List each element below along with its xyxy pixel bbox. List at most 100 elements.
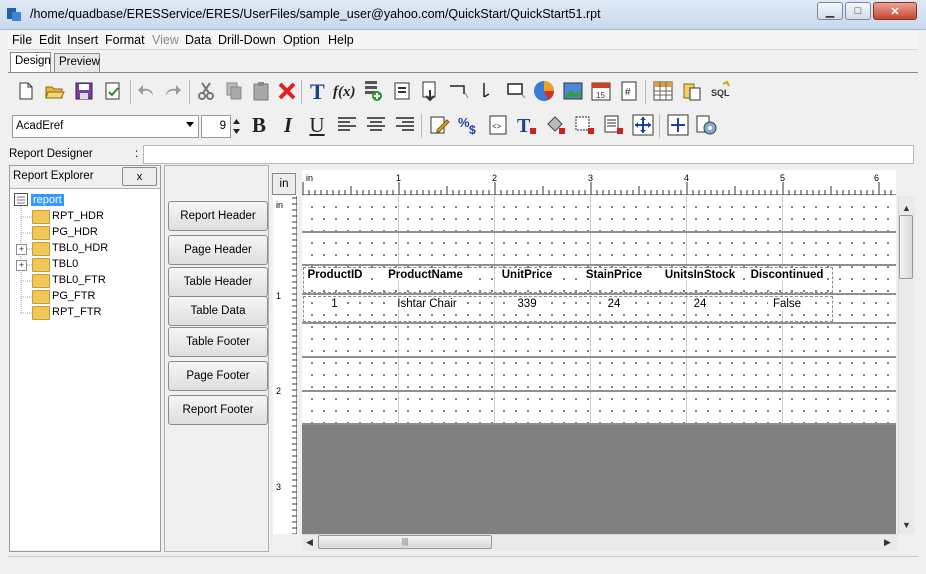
band-divider-table-footer[interactable] [302, 356, 896, 358]
menu-data[interactable]: Data [185, 33, 211, 47]
report-header-button[interactable]: Report Header [168, 201, 268, 231]
data-cell-productname[interactable]: Ishtar Chair [392, 298, 462, 310]
tree-item-rpt-ftr[interactable]: RPT_FTR [52, 306, 102, 318]
menu-option[interactable]: Option [283, 33, 320, 47]
menu-view[interactable]: View [152, 33, 179, 47]
menu-edit[interactable]: Edit [39, 33, 61, 47]
save-button[interactable] [71, 78, 97, 104]
copy-button[interactable] [221, 78, 247, 104]
data-cell-stainprice[interactable]: 24 [602, 298, 626, 310]
scroll-down-icon[interactable]: ▼ [902, 520, 911, 530]
header-cell-unitsinstock[interactable]: UnitsInStock [659, 269, 741, 281]
menu-drill-down[interactable]: Drill-Down [218, 33, 276, 47]
tree-item-tbl0[interactable]: TBL0 [52, 258, 78, 270]
band-divider-table-header[interactable] [302, 293, 896, 295]
data-source-button[interactable] [679, 78, 705, 104]
menu-file[interactable]: File [12, 33, 32, 47]
insert-column-button[interactable] [360, 78, 386, 104]
menu-help[interactable]: Help [328, 33, 354, 47]
font-size-stepper[interactable] [230, 115, 241, 138]
expand-icon[interactable]: + [16, 260, 27, 271]
html-tag-button[interactable]: <> [485, 112, 511, 138]
insert-chart-button[interactable] [531, 78, 557, 104]
insert-document-button[interactable] [418, 78, 444, 104]
insert-line-button[interactable] [446, 78, 472, 104]
band-divider-page-footer[interactable] [302, 390, 896, 392]
band-divider-report-footer[interactable] [302, 423, 896, 425]
select-pointer-button[interactable] [474, 78, 500, 104]
data-cell-discontinued[interactable]: False [768, 298, 806, 310]
ruler-unit-button[interactable]: in [272, 173, 296, 195]
menu-insert[interactable]: Insert [67, 33, 98, 47]
vertical-scroll-thumb[interactable] [899, 215, 913, 279]
scroll-left-icon[interactable]: ◀ [306, 537, 313, 548]
table-footer-button[interactable]: Table Footer [168, 327, 268, 357]
insert-image-button[interactable] [560, 78, 586, 104]
report-footer-button[interactable]: Report Footer [168, 395, 268, 425]
cut-button[interactable] [193, 78, 219, 104]
insert-label-button[interactable]: T [304, 78, 330, 104]
tree-item-rpt-hdr[interactable]: RPT_HDR [52, 210, 104, 222]
redo-button[interactable] [160, 78, 186, 104]
sql-button[interactable]: SQL [708, 78, 734, 104]
menu-format[interactable]: Format [105, 33, 145, 47]
band-divider-page-header[interactable] [302, 264, 896, 266]
edit-text-button[interactable] [427, 112, 453, 138]
header-cell-discontinued[interactable]: Discontinued [747, 269, 827, 281]
scroll-right-icon[interactable]: ▶ [884, 537, 891, 548]
page-footer-button[interactable]: Page Footer [168, 361, 268, 391]
align-left-button[interactable] [334, 112, 360, 138]
text-color-button[interactable]: T [514, 112, 540, 138]
report-designer-field[interactable] [143, 145, 914, 164]
header-cell-productname[interactable]: ProductName [376, 269, 475, 281]
insert-formula-button[interactable]: f(x) [331, 78, 357, 104]
page-header-button[interactable]: Page Header [168, 235, 268, 265]
tree-item-pg-hdr[interactable]: PG_HDR [52, 226, 98, 238]
insert-subreport-button[interactable] [389, 78, 415, 104]
scroll-up-icon[interactable]: ▲ [902, 203, 911, 213]
italic-button[interactable]: I [275, 112, 301, 138]
data-cell-productid[interactable]: 1 [322, 298, 347, 310]
tree-item-pg-ftr[interactable]: PG_FTR [52, 290, 95, 302]
undo-button[interactable] [133, 78, 159, 104]
align-right-button[interactable] [392, 112, 418, 138]
tab-preview[interactable]: Preview [54, 53, 100, 72]
properties-button[interactable] [100, 78, 126, 104]
open-button[interactable] [42, 78, 68, 104]
minimize-button[interactable]: ▁ [817, 2, 843, 20]
band-divider-report-header[interactable] [302, 231, 896, 233]
delete-button[interactable] [274, 78, 300, 104]
resize-button[interactable] [630, 112, 656, 138]
expand-icon[interactable]: + [16, 244, 27, 255]
tree-item-tbl0-hdr[interactable]: TBL0_HDR [52, 242, 108, 254]
tree-item-report[interactable]: report [31, 194, 64, 206]
header-cell-stainprice[interactable]: StainPrice [578, 269, 650, 281]
header-cell-productid[interactable]: ProductID [305, 269, 365, 281]
maximize-button[interactable]: □ [845, 2, 871, 20]
data-format-button[interactable]: % $ [456, 112, 482, 138]
settings-button[interactable] [694, 112, 720, 138]
tree-item-tbl0-ftr[interactable]: TBL0_FTR [52, 274, 106, 286]
insert-date-button[interactable]: 15 [588, 78, 614, 104]
header-cell-unitprice[interactable]: UnitPrice [496, 269, 558, 281]
paste-button[interactable] [248, 78, 274, 104]
border-style-button[interactable] [601, 112, 627, 138]
table-data-button[interactable]: Table Data [168, 296, 268, 326]
horizontal-scroll-thumb[interactable]: ||| [318, 535, 492, 549]
data-cell-unitsinstock[interactable]: 24 [688, 298, 712, 310]
bold-button[interactable]: B [246, 112, 272, 138]
insert-page-number-button[interactable]: # [616, 78, 642, 104]
table-header-button[interactable]: Table Header [168, 267, 268, 297]
font-family-select[interactable]: AcadEref [12, 115, 199, 138]
data-cell-unitprice[interactable]: 339 [512, 298, 542, 310]
close-button[interactable]: ✕ [873, 2, 917, 20]
tab-design[interactable]: Design [10, 52, 51, 73]
align-objects-button[interactable] [665, 112, 691, 138]
band-divider-table-data[interactable] [302, 322, 896, 324]
border-color-button[interactable] [572, 112, 598, 138]
table-grid-button[interactable] [650, 78, 676, 104]
insert-rectangle-button[interactable] [503, 78, 529, 104]
underline-button[interactable]: U [304, 112, 330, 138]
align-center-button[interactable] [363, 112, 389, 138]
explorer-close-button[interactable]: x [122, 167, 157, 186]
